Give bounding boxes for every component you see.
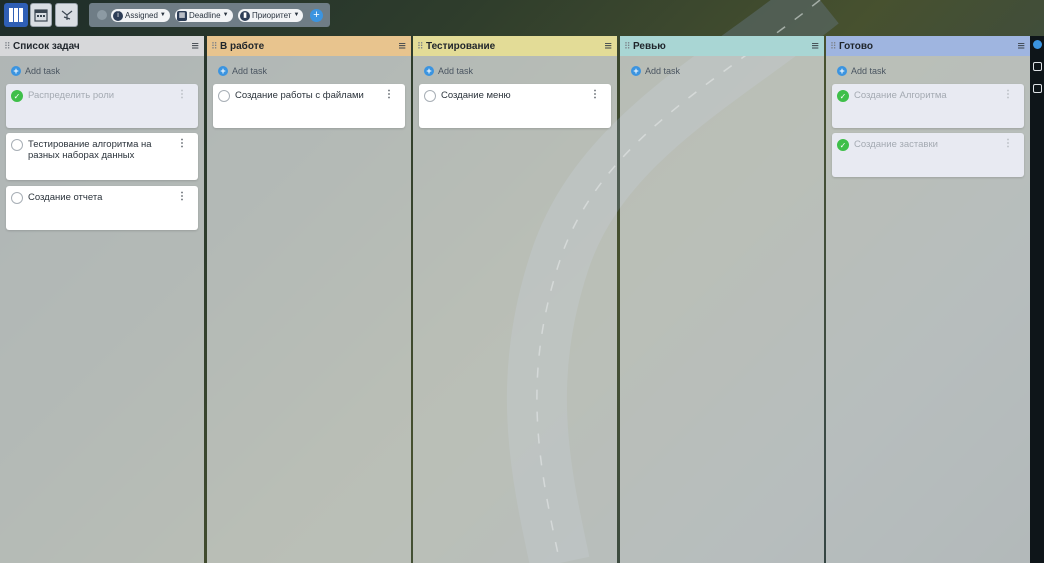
- calendar-view-button[interactable]: [30, 3, 52, 27]
- column-title: Тестирование: [426, 40, 496, 52]
- task-card[interactable]: ✓ Распределить роли ⋮: [6, 84, 198, 128]
- filter-assigned[interactable]: i Assigned ▼: [111, 9, 170, 22]
- add-task-button[interactable]: + Add task: [631, 66, 680, 76]
- task-menu-icon[interactable]: ⋮: [177, 89, 187, 100]
- column-header[interactable]: ⠿ Ревью ≡: [620, 36, 824, 56]
- column-menu-icon[interactable]: ≡: [398, 39, 406, 52]
- flow-view-icon: [61, 10, 72, 20]
- checkmark-icon[interactable]: ✓: [11, 90, 23, 102]
- add-task-button[interactable]: + Add task: [837, 66, 886, 76]
- checkbox-icon[interactable]: [218, 90, 230, 102]
- chevron-down-icon: ▼: [222, 12, 229, 18]
- add-task-button[interactable]: + Add task: [11, 66, 60, 76]
- filter-deadline-label: Deadline: [189, 11, 221, 20]
- checkmark-icon[interactable]: ✓: [837, 139, 849, 151]
- task-title: Создание работы с файлами: [235, 90, 364, 101]
- column-menu-icon[interactable]: ≡: [1017, 39, 1025, 52]
- add-task-button[interactable]: + Add task: [424, 66, 473, 76]
- plus-icon: +: [11, 66, 21, 76]
- drag-handle-icon[interactable]: ⠿: [417, 41, 424, 52]
- board-view-icon: [9, 8, 23, 22]
- task-title: Создание Алгоритма: [854, 90, 947, 101]
- task-title: Создание отчета: [28, 192, 103, 203]
- column-3: ⠿ Тестирование ≡ + Add task Создание меню ⋮: [413, 36, 617, 563]
- column-title: Ревью: [633, 40, 666, 52]
- calendar-icon: ▦: [177, 10, 187, 21]
- checkbox-icon[interactable]: [424, 90, 436, 102]
- task-menu-icon[interactable]: ⋮: [1003, 89, 1013, 100]
- column-1: ⠿ Список задач ≡ + Add task ✓ Распределить рол…: [0, 36, 204, 563]
- column-2: ⠿ В работе ≡ + Add task Создание работы с фай…: [207, 36, 411, 563]
- column-title: Готово: [839, 40, 874, 52]
- add-task-label: Add task: [851, 66, 887, 76]
- add-task-button[interactable]: + Add task: [218, 66, 267, 76]
- task-card[interactable]: Тестирование алгоритма на разных наборах…: [6, 133, 198, 180]
- task-card[interactable]: Создание меню ⋮: [419, 84, 611, 128]
- flow-view-button[interactable]: [55, 3, 78, 27]
- checkmark-icon[interactable]: ✓: [837, 90, 849, 102]
- filter-assigned-label: Assigned: [125, 11, 158, 20]
- toolbar: i Assigned ▼ ▦ Deadline ▼ ▮ Приоритет ▼ …: [0, 0, 1044, 32]
- task-card[interactable]: ✓ Создание Алгоритма ⋮: [832, 84, 1024, 128]
- column-4: ⠿ Ревью ≡ + Add task: [620, 36, 824, 563]
- column-menu-icon[interactable]: ≡: [604, 39, 612, 52]
- task-menu-icon[interactable]: ⋮: [177, 191, 187, 202]
- column-5: ⠿ Готово ≡ + Add task ✓ Создание Алгоритма ⋮ ✓ Со…: [826, 36, 1030, 563]
- plus-icon: +: [631, 66, 641, 76]
- column-header[interactable]: ⠿ Список задач ≡: [0, 36, 204, 56]
- copy-icon[interactable]: [1033, 84, 1042, 93]
- drag-handle-icon[interactable]: ⠿: [830, 41, 837, 52]
- task-menu-icon[interactable]: ⋮: [177, 138, 187, 149]
- filter-deadline[interactable]: ▦ Deadline ▼: [175, 9, 233, 22]
- filter-priority[interactable]: ▮ Приоритет ▼: [238, 9, 304, 22]
- column-header[interactable]: ⠿ Готово ≡: [826, 36, 1030, 56]
- checkbox-icon[interactable]: [11, 192, 23, 204]
- add-icon[interactable]: [1033, 40, 1042, 49]
- drag-handle-icon[interactable]: ⠿: [211, 41, 218, 52]
- filter-bar: i Assigned ▼ ▦ Deadline ▼ ▮ Приоритет ▼ …: [89, 3, 330, 27]
- column-menu-icon[interactable]: ≡: [811, 39, 819, 52]
- column-menu-icon[interactable]: ≡: [191, 39, 199, 52]
- add-task-label: Add task: [232, 66, 268, 76]
- add-task-label: Add task: [438, 66, 474, 76]
- column-header[interactable]: ⠿ В работе ≡: [207, 36, 411, 56]
- column-header[interactable]: ⠿ Тестирование ≡: [413, 36, 617, 56]
- column-title: В работе: [220, 40, 265, 52]
- right-sidebar: [1030, 36, 1044, 563]
- task-menu-icon[interactable]: ⋮: [590, 89, 600, 100]
- drag-handle-icon[interactable]: ⠿: [624, 41, 631, 52]
- priority-bars-icon: ▮: [240, 10, 250, 21]
- calendar-view-icon: [34, 9, 48, 22]
- task-menu-icon[interactable]: ⋮: [384, 89, 394, 100]
- task-title: Создание заставки: [854, 139, 938, 150]
- task-card[interactable]: ✓ Создание заставки ⋮: [832, 133, 1024, 177]
- task-card[interactable]: Создание работы с файлами ⋮: [213, 84, 405, 128]
- info-icon: i: [113, 10, 123, 21]
- add-task-label: Add task: [25, 66, 61, 76]
- task-menu-icon[interactable]: ⋮: [1003, 138, 1013, 149]
- checkbox-icon[interactable]: [11, 139, 23, 151]
- plus-icon: +: [424, 66, 434, 76]
- plus-icon: +: [218, 66, 228, 76]
- task-title: Создание меню: [441, 90, 511, 101]
- chevron-down-icon: ▼: [293, 12, 300, 18]
- board-view-button[interactable]: [4, 3, 28, 27]
- drag-handle-icon[interactable]: ⠿: [4, 41, 11, 52]
- task-card[interactable]: Создание отчета ⋮: [6, 186, 198, 230]
- task-title: Распределить роли: [28, 90, 115, 101]
- task-title: Тестирование алгоритма на разных наборах…: [28, 139, 152, 161]
- add-task-label: Add task: [645, 66, 681, 76]
- settings-icon[interactable]: [97, 10, 107, 20]
- chevron-down-icon: ▼: [159, 12, 166, 18]
- filter-priority-label: Приоритет: [252, 11, 292, 20]
- column-title: Список задач: [13, 40, 80, 52]
- plus-icon: +: [837, 66, 847, 76]
- add-filter-button[interactable]: +: [310, 9, 323, 22]
- list-icon[interactable]: [1033, 62, 1042, 71]
